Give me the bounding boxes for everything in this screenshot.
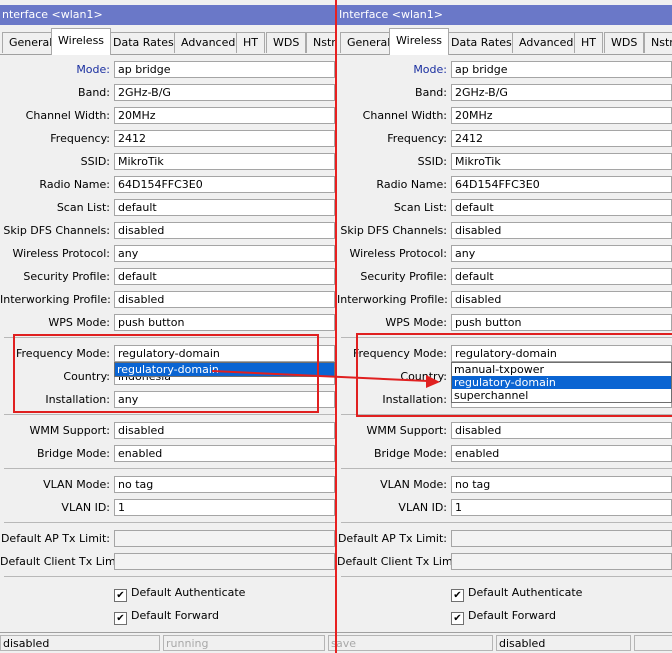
annotation-arrow [211,370,440,388]
